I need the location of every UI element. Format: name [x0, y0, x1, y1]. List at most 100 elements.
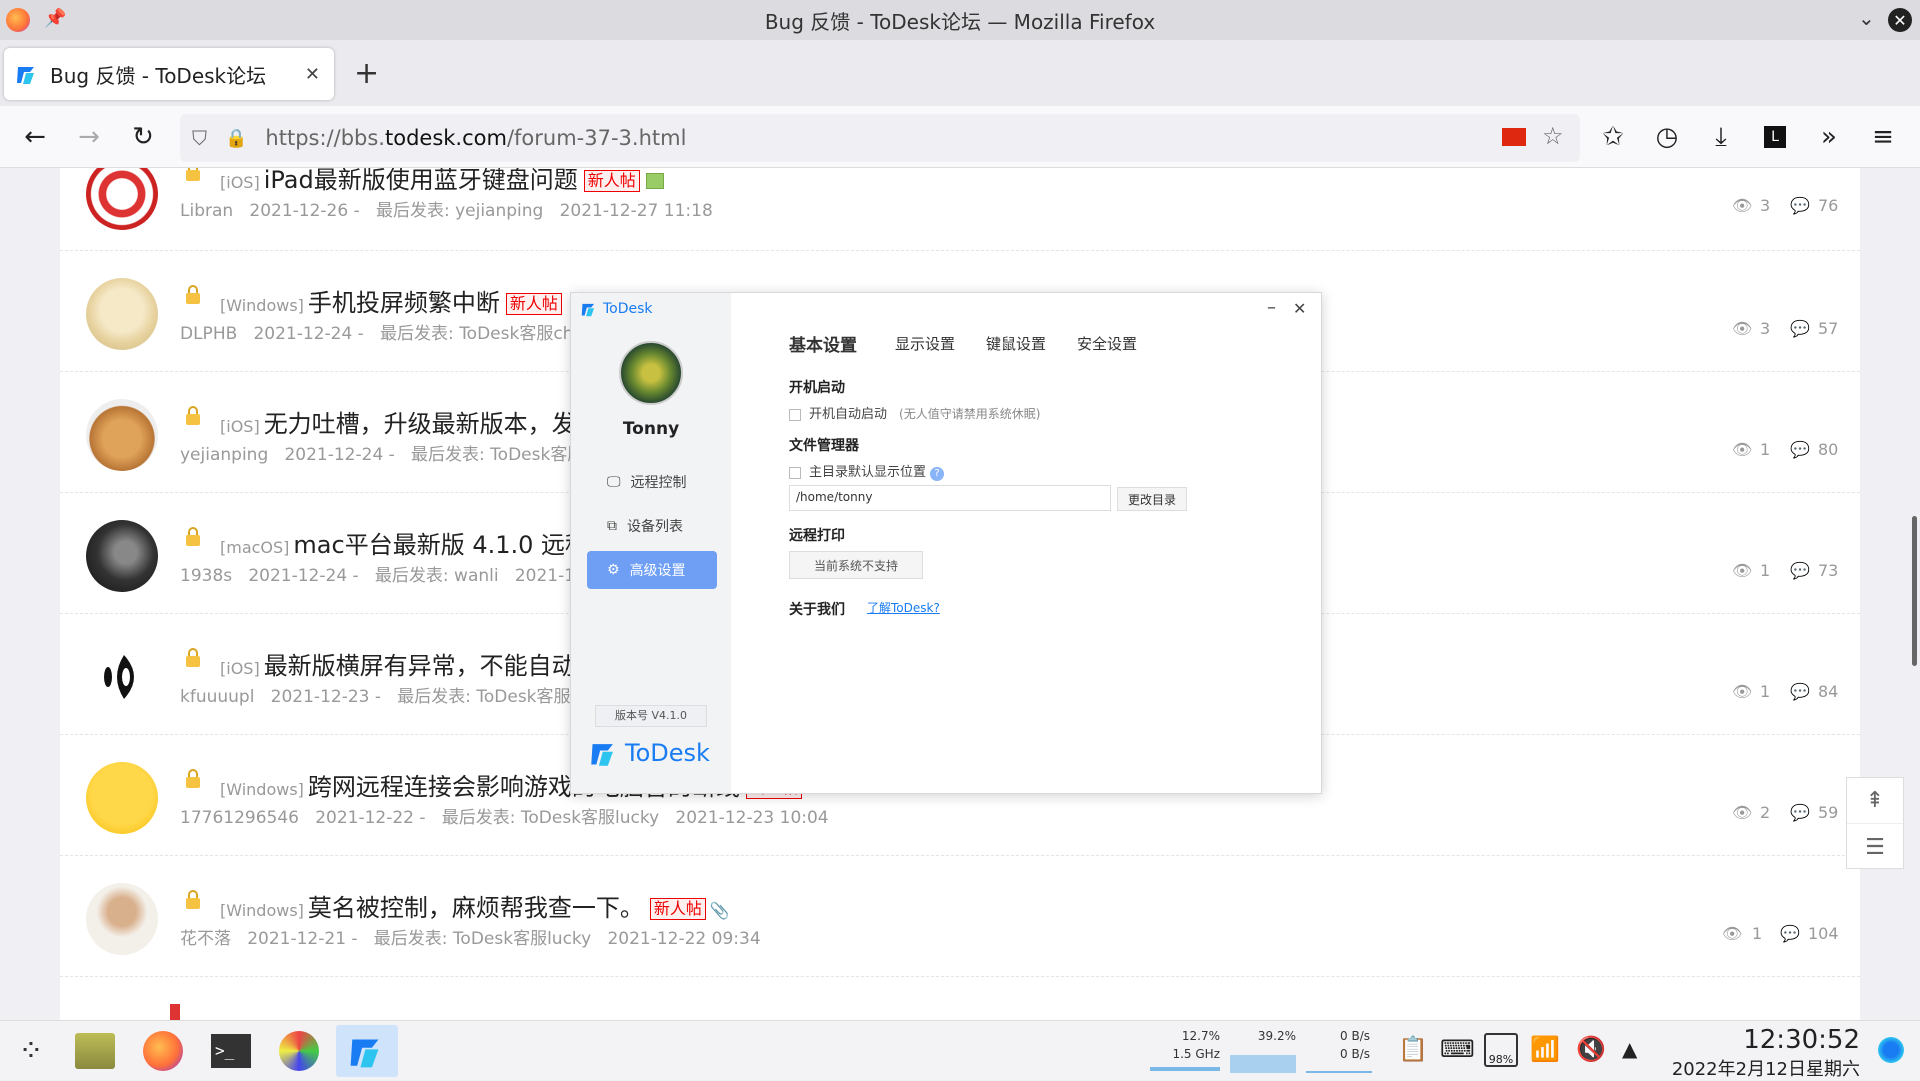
last-post-user[interactable]: yejianping: [455, 201, 543, 221]
attachment-clip-icon: 📎: [709, 901, 730, 920]
history-icon[interactable]: ◷: [1650, 120, 1684, 154]
last-post-user[interactable]: ToDesk客服lucky: [521, 808, 659, 828]
pin-icon[interactable]: 📌: [44, 8, 66, 29]
pocket-icon[interactable]: ✩: [1596, 120, 1630, 154]
url-text[interactable]: https://bbs.todesk.com/forum-37-3.html: [265, 126, 686, 150]
forward-icon[interactable]: →: [72, 120, 106, 154]
fm-checkbox[interactable]: [789, 466, 801, 479]
menu-device-list[interactable]: ⧉ 设备列表: [587, 507, 717, 545]
extension-icon[interactable]: L: [1758, 120, 1792, 154]
avatar[interactable]: [86, 168, 158, 230]
shield-icon[interactable]: ⛉: [192, 126, 207, 150]
tab-security-settings[interactable]: 安全设置: [1077, 333, 1137, 354]
battery-icon[interactable]: 98%: [1484, 1033, 1518, 1067]
close-dialog-icon[interactable]: ✕: [1293, 299, 1306, 318]
avatar[interactable]: [86, 399, 158, 471]
wifi-icon[interactable]: 📶: [1530, 1035, 1560, 1063]
last-post-user[interactable]: wanli: [454, 566, 499, 586]
thread-row[interactable]: [Windows] 莫名被控制，麻烦帮我查一下。 新人帖 📎 花不落 2021-12-…: [60, 856, 1860, 977]
app-launcher-icon[interactable]: ⁘: [0, 1025, 62, 1077]
fm-option[interactable]: 主目录默认显示位置?: [789, 461, 945, 481]
back-icon[interactable]: ←: [18, 120, 52, 154]
thread-author[interactable]: yejianping: [180, 445, 268, 465]
china-flag-icon[interactable]: [1502, 128, 1526, 146]
thread-author[interactable]: 花不落: [180, 929, 231, 949]
thread-title-text[interactable]: 无力吐槽，升级最新版本，发: [264, 410, 576, 438]
list-view-icon[interactable]: ☰: [1847, 824, 1903, 870]
thread-author[interactable]: 1938s: [180, 566, 232, 586]
file-manager-icon[interactable]: [64, 1025, 126, 1077]
tray-expand-icon[interactable]: ▲: [1622, 1037, 1637, 1061]
about-link[interactable]: 了解ToDesk?: [867, 599, 940, 616]
thread-title-text[interactable]: mac平台最新版 4.1.0 远程: [293, 531, 589, 559]
thread-row[interactable]: [iOS] iPad最新版使用蓝牙键盘问题 新人帖 Libran 2021-12-2…: [60, 168, 1860, 251]
thread-title[interactable]: [iOS] 无力吐槽，升级最新版本，发: [220, 404, 576, 439]
reload-icon[interactable]: ↻: [126, 120, 160, 154]
thread-tag[interactable]: [Windows]: [220, 780, 304, 799]
thread-title-text[interactable]: 手机投屏频繁中断: [308, 289, 500, 317]
thread-tag[interactable]: [Windows]: [220, 901, 304, 920]
avatar[interactable]: [86, 883, 158, 955]
change-directory-button[interactable]: 更改目录: [1117, 487, 1187, 511]
thread-title-text[interactable]: 最新版横屏有异常，不能自动: [264, 652, 576, 680]
avatar[interactable]: [86, 762, 158, 834]
thread-title-text[interactable]: 莫名被控制，麻烦帮我查一下。: [308, 894, 644, 922]
battery-percent: 98%: [1488, 1053, 1514, 1066]
thread-tag[interactable]: [iOS]: [220, 173, 260, 192]
todesk-taskbar-icon[interactable]: [336, 1025, 398, 1077]
close-window-icon[interactable]: ✕: [1888, 8, 1912, 32]
thread-title[interactable]: [Windows] 手机投屏频繁中断 新人帖: [220, 283, 562, 318]
tab-display-settings[interactable]: 显示设置: [895, 333, 955, 354]
thread-author[interactable]: DLPHB: [180, 324, 237, 344]
thread-tag[interactable]: [Windows]: [220, 296, 304, 315]
thread-author[interactable]: Libran: [180, 201, 233, 221]
fm-path-value: /home/tonny: [796, 490, 873, 504]
todesk-tray-icon[interactable]: [1876, 1035, 1906, 1065]
download-icon[interactable]: ⤓: [1704, 120, 1738, 154]
close-tab-icon[interactable]: ✕: [305, 64, 320, 85]
overflow-menu-icon[interactable]: »: [1812, 120, 1846, 154]
avatar[interactable]: [86, 278, 158, 350]
firefox-taskbar-icon[interactable]: [132, 1025, 194, 1077]
thread-tag[interactable]: [iOS]: [220, 659, 260, 678]
fm-path-input[interactable]: /home/tonny: [789, 485, 1111, 511]
last-post-user[interactable]: ToDesk客服lucky: [453, 929, 591, 949]
startup-option[interactable]: 开机自动启动 (无人值守请禁用系统休眠): [789, 403, 1040, 422]
clock-date[interactable]: 2022年2月12日星期六: [1660, 1055, 1860, 1081]
todesk-brand-text: ToDesk: [625, 739, 710, 767]
back-to-top-icon[interactable]: ⇞: [1847, 778, 1903, 824]
thread-author[interactable]: kfuuuupl: [180, 687, 254, 707]
thread-tag[interactable]: [iOS]: [220, 417, 260, 436]
url-bar[interactable]: ⛉ 🔒 https://bbs.todesk.com/forum-37-3.ht…: [180, 114, 1580, 162]
terminal-icon[interactable]: >_: [200, 1025, 262, 1077]
avatar[interactable]: [86, 520, 158, 592]
hamburger-menu-icon[interactable]: ≡: [1866, 120, 1900, 154]
bookmark-star-icon[interactable]: ☆: [1542, 122, 1564, 150]
help-icon[interactable]: ?: [930, 467, 945, 481]
thread-title-text[interactable]: iPad最新版使用蓝牙键盘问题: [264, 168, 578, 194]
speaker-muted-icon[interactable]: 🔇: [1576, 1035, 1606, 1063]
page-scrollbar-thumb[interactable]: [1912, 516, 1917, 666]
tab-input-settings[interactable]: 键鼠设置: [986, 333, 1046, 354]
menu-remote-control[interactable]: 🖵 远程控制: [587, 463, 717, 501]
avatar[interactable]: [86, 641, 158, 713]
lock-icon[interactable]: 🔒: [225, 128, 247, 149]
minimize-icon[interactable]: –: [1267, 297, 1276, 318]
color-picker-app-icon[interactable]: [268, 1025, 330, 1077]
chevron-down-icon[interactable]: ⌄: [1858, 6, 1875, 30]
thread-tag[interactable]: [macOS]: [220, 538, 289, 557]
tab-basic-settings[interactable]: 基本设置: [789, 331, 857, 356]
clipboard-icon[interactable]: 📋: [1398, 1035, 1428, 1063]
thread-title[interactable]: [Windows] 莫名被控制，麻烦帮我查一下。 新人帖 📎: [220, 888, 730, 923]
keyboard-icon[interactable]: ⌨: [1440, 1035, 1475, 1063]
tab-active[interactable]: Bug 反馈 - ToDesk论坛 ✕: [4, 48, 334, 100]
clock-time[interactable]: 12:30:52: [1660, 1025, 1860, 1055]
user-avatar[interactable]: [619, 341, 683, 405]
menu-advanced-settings[interactable]: ⚙ 高级设置: [587, 551, 717, 589]
thread-title[interactable]: [macOS] mac平台最新版 4.1.0 远程: [220, 525, 589, 560]
thread-author[interactable]: 17761296546: [180, 808, 299, 828]
thread-title[interactable]: [iOS] 最新版横屏有异常，不能自动: [220, 646, 576, 681]
startup-checkbox[interactable]: [789, 408, 801, 421]
thread-title[interactable]: [iOS] iPad最新版使用蓝牙键盘问题 新人帖: [220, 168, 664, 195]
new-tab-button[interactable]: +: [354, 56, 379, 91]
